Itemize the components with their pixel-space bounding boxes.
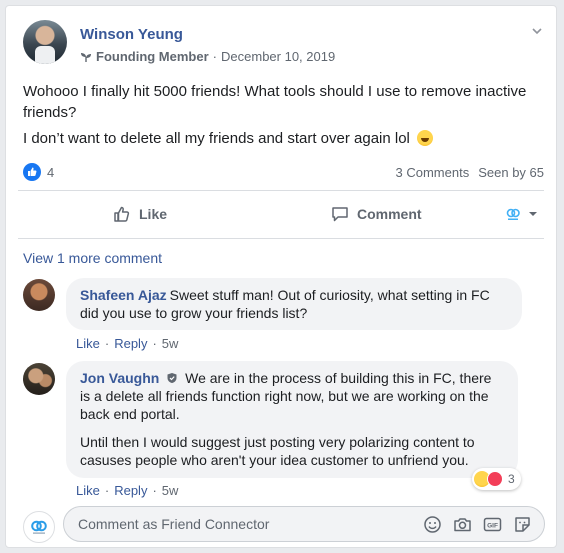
thumbs-up-icon bbox=[28, 167, 37, 176]
comment-bubble: Jon Vaughn We are in the process of buil… bbox=[66, 361, 518, 478]
post-meta: Founding Member · December 10, 2019 bbox=[80, 49, 335, 64]
comment-actions: Like · Reply · 5w bbox=[76, 336, 178, 351]
comments-count[interactable]: 3 Comments bbox=[396, 165, 470, 180]
laughing-emoji-icon bbox=[417, 130, 434, 146]
caret-down-icon bbox=[529, 212, 537, 216]
comment-reactions[interactable]: 3 bbox=[472, 468, 521, 490]
comment-input[interactable]: Comment as Friend Connector bbox=[78, 516, 269, 532]
post-text-line2: I don’t want to delete all my friends an… bbox=[23, 128, 543, 149]
view-more-comments-link[interactable]: View 1 more comment bbox=[23, 250, 162, 266]
post-text-line1: Wohooo I finally hit 5000 friends! What … bbox=[23, 83, 527, 121]
comment-button-label: Comment bbox=[357, 206, 422, 222]
sticker-icon[interactable] bbox=[513, 515, 532, 534]
comment-para1: Jon Vaughn We are in the process of buil… bbox=[80, 369, 504, 423]
comment-para2: Until then I would suggest just posting … bbox=[80, 434, 475, 468]
comment-bubble: Shafeen Ajaz Sweet stuff man! Out of curi… bbox=[66, 278, 522, 330]
friend-connector-avatar bbox=[23, 511, 55, 543]
shield-icon bbox=[167, 373, 177, 383]
divider bbox=[18, 190, 544, 191]
friend-connector-logo-icon bbox=[31, 520, 47, 534]
separator: · bbox=[104, 336, 110, 351]
comment-reply-link[interactable]: Reply bbox=[114, 483, 147, 498]
chevron-down-icon[interactable] bbox=[530, 24, 544, 38]
gif-icon[interactable]: GIF bbox=[483, 515, 502, 534]
love-reaction-icon bbox=[487, 471, 503, 487]
comment-bubble-icon bbox=[332, 207, 348, 222]
meta-separator: · bbox=[212, 49, 218, 64]
post-date[interactable]: December 10, 2019 bbox=[221, 49, 335, 64]
like-reaction-icon[interactable] bbox=[23, 163, 41, 181]
commenter-avatar[interactable] bbox=[23, 363, 55, 395]
divider bbox=[18, 238, 544, 239]
commenter-name[interactable]: Shafeen Ajaz bbox=[80, 287, 167, 303]
post-stats: 3 Comments Seen by 65 bbox=[396, 165, 544, 180]
comment-like-link[interactable]: Like bbox=[76, 483, 100, 498]
comment-actions: Like · Reply · 5w bbox=[76, 483, 178, 498]
composer-icons: GIF bbox=[423, 515, 532, 534]
author-name[interactable]: Winson Yeung bbox=[80, 26, 183, 43]
member-badge: Founding Member bbox=[96, 49, 209, 64]
comment-like-link[interactable]: Like bbox=[76, 336, 100, 351]
commenter-avatar[interactable] bbox=[23, 279, 55, 311]
author-avatar[interactable] bbox=[23, 20, 67, 64]
like-button[interactable]: Like bbox=[112, 202, 167, 226]
sprout-icon bbox=[81, 52, 91, 62]
separator: · bbox=[152, 336, 157, 351]
like-count[interactable]: 4 bbox=[47, 165, 54, 180]
audience-selector[interactable] bbox=[505, 202, 539, 226]
separator: · bbox=[152, 483, 157, 498]
thumbs-up-outline-icon bbox=[114, 206, 130, 222]
seen-by-count[interactable]: Seen by 65 bbox=[478, 165, 544, 180]
comment-time[interactable]: 5w bbox=[162, 336, 179, 351]
comment-time[interactable]: 5w bbox=[162, 483, 179, 498]
comment-reply-link[interactable]: Reply bbox=[114, 336, 147, 351]
commenter-name[interactable]: Jon Vaughn bbox=[80, 370, 159, 386]
friend-connector-icon bbox=[506, 208, 520, 220]
like-button-label: Like bbox=[139, 206, 168, 222]
post-card: Winson Yeung Founding Member · December … bbox=[5, 5, 557, 548]
separator: · bbox=[104, 483, 110, 498]
comment-composer[interactable]: Comment as Friend Connector GIF bbox=[63, 506, 545, 542]
svg-text:GIF: GIF bbox=[487, 523, 498, 530]
reaction-count: 3 bbox=[508, 472, 515, 486]
emoji-icon[interactable] bbox=[423, 515, 442, 534]
post-text-line2-content: I don’t want to delete all my friends an… bbox=[23, 130, 410, 147]
comment-button[interactable]: Comment bbox=[330, 202, 422, 226]
camera-icon[interactable] bbox=[453, 515, 472, 534]
